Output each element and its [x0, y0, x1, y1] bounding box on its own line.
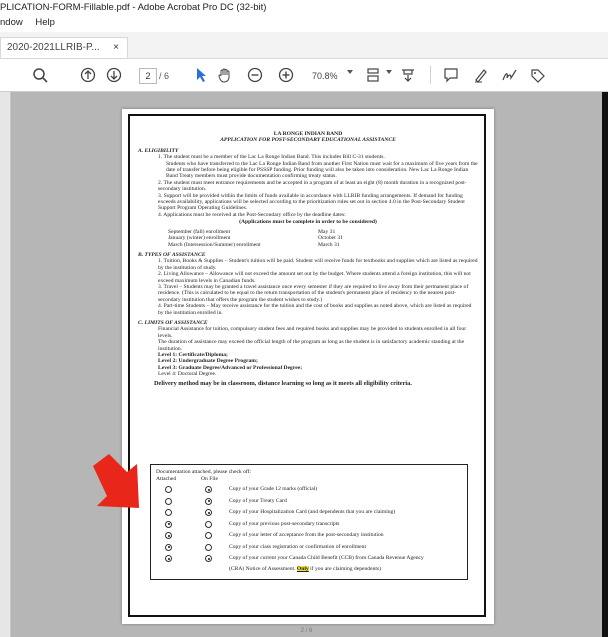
only-highlight: Only — [296, 566, 309, 572]
document-viewport[interactable]: LA RONGE INDIAN BAND APPLICATION FOR POS… — [11, 92, 602, 637]
column-on-file: On File — [201, 476, 218, 482]
zoom-level[interactable]: 70.8% — [312, 68, 338, 84]
left-navigation-pane[interactable] — [0, 92, 11, 637]
page-number-input[interactable]: 2 — [139, 68, 157, 84]
sign-icon[interactable] — [500, 65, 520, 85]
checklist-item: Copy of your Treaty Card — [151, 497, 467, 506]
select-cursor-icon[interactable] — [192, 65, 210, 85]
zoom-out-icon[interactable] — [245, 65, 265, 85]
toolbar-divider — [430, 66, 431, 84]
attached-radio[interactable] — [165, 532, 172, 539]
zoom-out-search-icon[interactable] — [30, 65, 50, 85]
checklist-item-text: Copy of your letter of acceptance from t… — [229, 532, 384, 538]
document-body: LA RONGE INDIAN BAND APPLICATION FOR POS… — [138, 131, 478, 387]
onfile-radio[interactable] — [205, 543, 212, 551]
attached-radio[interactable] — [165, 555, 172, 562]
deadline-note: (Applications must be complete in order … — [239, 219, 377, 226]
onfile-radio[interactable] — [205, 520, 212, 528]
onfile-radio[interactable] — [205, 509, 212, 516]
page-footer: 2 / 6 — [300, 628, 313, 634]
window-title: PLICATION-FORM-Fillable.pdf - Adobe Acro… — [0, 0, 608, 15]
zoom-in-icon[interactable] — [276, 65, 296, 85]
checklist-item: Copy of your class registration or confi… — [151, 543, 467, 552]
pen-highlight-icon[interactable] — [471, 65, 491, 85]
onfile-radio[interactable] — [205, 555, 212, 562]
onfile-radio[interactable] — [205, 532, 212, 539]
cra-line: (CRA) Notice of Assessment. Only if you … — [229, 566, 381, 572]
cra-text: (CRA) Notice of Assessment. — [229, 566, 296, 572]
attached-radio[interactable] — [165, 486, 172, 493]
hand-tool-icon[interactable] — [215, 65, 235, 85]
documentation-checklist: Documentation attached, please check off… — [150, 464, 468, 580]
checklist-item-text: Copy of your Grade 12 marks (official) — [229, 486, 318, 492]
attached-radio[interactable] — [165, 520, 172, 528]
level-item: Level 4: Doctoral Degree. — [158, 371, 217, 378]
paragraph: Students who have transferred to the Lac… — [166, 160, 478, 180]
deadline-row: March (Intersession/Summer) enrollment Ma… — [168, 242, 478, 248]
pdf-page: LA RONGE INDIAN BAND APPLICATION FOR POS… — [122, 109, 494, 624]
page-display-icon[interactable] — [365, 65, 385, 85]
paragraph: 4. Applications must be received at the … — [158, 211, 346, 218]
deadline-label: March (Intersession/Summer) enrollment — [168, 241, 261, 248]
menu-help[interactable]: Help — [35, 17, 55, 28]
comment-icon[interactable] — [441, 65, 461, 85]
deadline-date: March 31 — [318, 241, 340, 248]
document-tab[interactable]: 2020-2021LLRIB-P... × — [0, 37, 128, 58]
delivery-note: Delivery method may be in classroom, dis… — [154, 379, 412, 387]
tab-label: 2020-2021LLRIB-P... — [7, 42, 100, 53]
previous-page-icon[interactable] — [78, 65, 98, 85]
checklist-item: Copy of your previous post-secondary tra… — [151, 520, 467, 529]
paragraph: 2. The student must meet entrance requir… — [158, 179, 467, 193]
fill-sign-tag-icon[interactable] — [528, 65, 548, 85]
paragraph: 2. Living Allowance – Allowance will not… — [158, 271, 471, 284]
paragraph: 4. Part-time Students – May receive assi… — [158, 303, 472, 316]
paragraph: Financial Assistance for tuition, compul… — [158, 326, 467, 339]
paragraph: The duration of assistance may exceed th… — [158, 339, 465, 352]
menu-bar: ndow Help — [0, 15, 608, 31]
red-arrow-annotation — [93, 454, 139, 508]
close-icon[interactable]: × — [113, 38, 119, 58]
onfile-radio[interactable] — [205, 497, 212, 505]
right-panel-edge — [602, 92, 608, 637]
checklist-item-text: Copy of your Hospitalization Card (and d… — [229, 509, 396, 515]
checklist-item: Copy of your letter of acceptance from t… — [151, 532, 467, 540]
checklist-item-text: Copy of your current your Canada Child B… — [229, 555, 424, 561]
checklist-item-text: Copy of your previous post-secondary tra… — [229, 520, 340, 527]
scroll-mode-icon[interactable] — [398, 65, 418, 85]
checklist-item: Copy of your Grade 12 marks (official) — [151, 486, 467, 494]
page-total: / 6 — [159, 71, 170, 81]
cra-rest: if you are claiming dependents) — [308, 566, 381, 572]
checklist-item: Copy of your Hospitalization Card (and d… — [151, 509, 467, 517]
paragraph: 3. Travel – Students may be granted a tr… — [158, 283, 469, 303]
column-attached: Attached — [156, 476, 177, 482]
checklist-item-text: Copy of your Treaty Card — [229, 497, 287, 504]
doc-title: APPLICATION FOR POST-SECONDARY EDUCATION… — [220, 137, 396, 144]
paragraph: 1. Tuition, Books & Supplies – Student's… — [158, 258, 478, 271]
attached-radio[interactable] — [165, 497, 172, 505]
page-display-chevron-down-icon[interactable] — [386, 70, 392, 74]
checklist-heading: Documentation attached, please check off… — [156, 469, 252, 475]
attached-radio[interactable] — [165, 543, 172, 551]
paragraph: 3. Support will be provided within the l… — [158, 192, 465, 212]
checklist-item: Copy of your current your Canada Child B… — [151, 555, 467, 563]
tab-bar: 2020-2021LLRIB-P... × — [0, 32, 608, 59]
next-page-icon[interactable] — [104, 65, 124, 85]
zoom-dropdown-chevron-down-icon[interactable] — [347, 70, 353, 74]
onfile-radio[interactable] — [205, 486, 212, 493]
toolbar: 2 / 6 70.8% — [0, 59, 608, 92]
checklist-item-text: Copy of your class registration or confi… — [229, 543, 367, 550]
attached-radio[interactable] — [165, 509, 172, 516]
menu-window[interactable]: ndow — [0, 17, 23, 28]
